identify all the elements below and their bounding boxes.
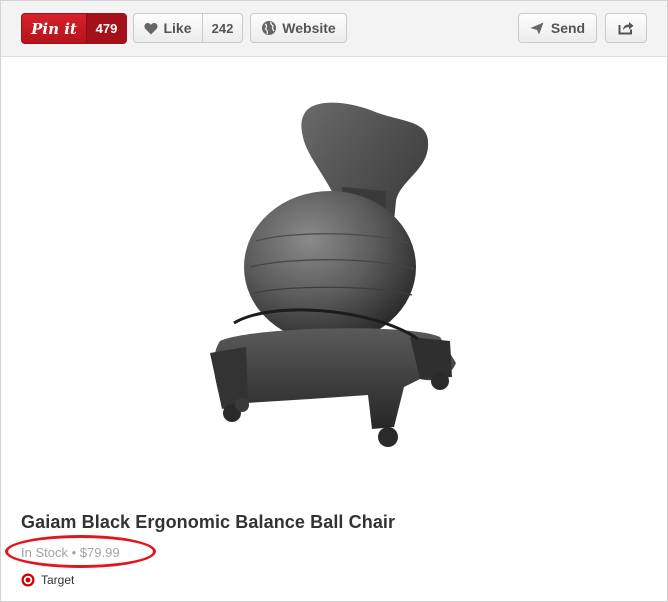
- target-logo-icon: [21, 573, 35, 587]
- like-label: Like: [163, 20, 192, 36]
- heart-icon: [144, 22, 159, 34]
- globe-icon: [262, 21, 277, 35]
- pin-it-label: Pin it: [31, 19, 77, 38]
- red-annotation-circle: [5, 535, 156, 568]
- store-source[interactable]: Target: [21, 573, 74, 587]
- product-title[interactable]: Gaiam Black Ergonomic Balance Ball Chair: [21, 512, 395, 533]
- store-name: Target: [41, 573, 75, 587]
- like-count: 242: [211, 20, 234, 36]
- send-button[interactable]: Send: [518, 13, 597, 43]
- pin-closeup-card: Pin it 479 Like 242 Website Send Gaiam B…: [0, 0, 668, 602]
- pin-count: 479: [86, 14, 126, 43]
- like-button[interactable]: Like 242: [133, 13, 243, 43]
- share-button[interactable]: [605, 13, 647, 43]
- share-icon: [618, 22, 634, 35]
- send-label: Send: [550, 20, 586, 36]
- product-image[interactable]: [150, 91, 519, 459]
- website-button[interactable]: Website: [250, 13, 347, 43]
- pin-it-button[interactable]: Pin it 479: [21, 13, 127, 44]
- send-icon: [530, 22, 544, 34]
- website-label: Website: [282, 20, 336, 36]
- action-toolbar: Pin it 479 Like 242 Website Send: [1, 1, 667, 57]
- balance-ball-chair-image: [210, 102, 456, 447]
